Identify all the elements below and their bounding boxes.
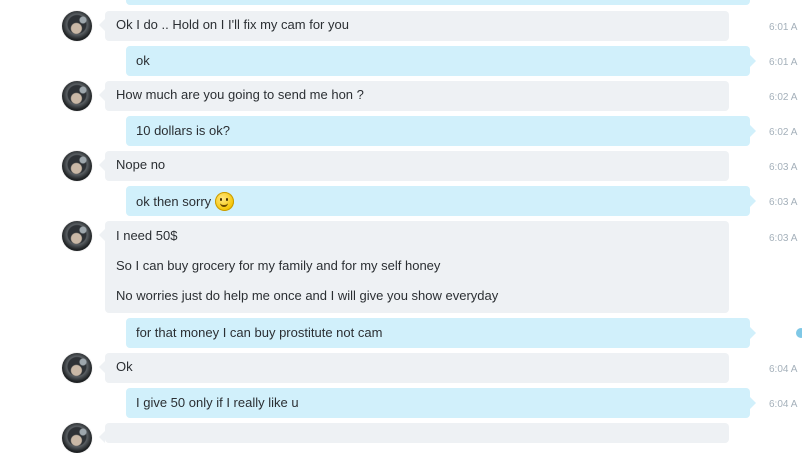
message-timestamp: 6:02 A: [769, 92, 798, 103]
message-text: I need 50$: [116, 228, 178, 243]
message-timestamp: 6:03 A: [769, 162, 798, 173]
previous-message-bubble-edge: [126, 0, 750, 5]
outgoing-message-bubble[interactable]: 10 dollars is ok?: [126, 116, 756, 146]
message-timestamp: 6:02 A: [769, 127, 798, 138]
contact-avatar[interactable]: [62, 221, 92, 251]
chat-message-list[interactable]: Ok I do .. Hold on I I'll fix my cam for…: [0, 0, 802, 453]
outgoing-message-bubble[interactable]: ok: [126, 46, 756, 76]
contact-avatar[interactable]: [62, 353, 92, 383]
message-timestamp: 6:01 A: [769, 57, 798, 68]
message-text: 10 dollars is ok?: [136, 123, 230, 138]
message-text: ok: [136, 53, 150, 68]
outgoing-message-bubble[interactable]: I give 50 only if I really like u: [126, 388, 756, 418]
message-text-row: ok then sorry: [136, 192, 740, 211]
incoming-message-bubble[interactable]: Ok I do .. Hold on I I'll fix my cam for…: [99, 11, 729, 41]
message-text: Nope no: [116, 157, 166, 172]
message-timestamp: 6:04 A: [769, 364, 798, 375]
incoming-message-bubble[interactable]: [99, 423, 729, 443]
contact-avatar[interactable]: [62, 423, 92, 453]
message-text: I give 50 only if I really like u: [136, 395, 299, 410]
smiley-emoji-icon: [215, 192, 235, 211]
outgoing-message-bubble[interactable]: for that money I can buy prostitute not …: [126, 318, 756, 348]
message-text: How much are you going to send me hon ?: [116, 87, 364, 102]
incoming-message-bubble[interactable]: Ok: [99, 353, 729, 383]
message-text: So I can buy grocery for my family and f…: [116, 258, 441, 273]
incoming-message-bubble[interactable]: I need 50$ So I can buy grocery for my f…: [99, 221, 729, 313]
message-text: for that money I can buy prostitute not …: [136, 325, 383, 340]
message-timestamp: 6:03 A: [769, 197, 798, 208]
message-text: No worries just do help me once and I wi…: [116, 288, 499, 303]
contact-avatar[interactable]: [62, 151, 92, 181]
contact-avatar[interactable]: [62, 11, 92, 41]
message-text: ok then sorry: [136, 194, 212, 209]
incoming-message-bubble[interactable]: Nope no: [99, 151, 729, 181]
message-timestamp: 6:03 A: [769, 233, 798, 244]
sending-dot-icon: [796, 328, 802, 338]
outgoing-message-bubble[interactable]: ok then sorry: [126, 186, 756, 216]
message-timestamp: 6:04 A: [769, 399, 798, 410]
incoming-message-bubble[interactable]: How much are you going to send me hon ?: [99, 81, 729, 111]
message-timestamp: 6:01 A: [769, 22, 798, 33]
contact-avatar[interactable]: [62, 81, 92, 111]
message-text: Ok: [116, 359, 133, 374]
message-text: Ok I do .. Hold on I I'll fix my cam for…: [116, 17, 349, 32]
